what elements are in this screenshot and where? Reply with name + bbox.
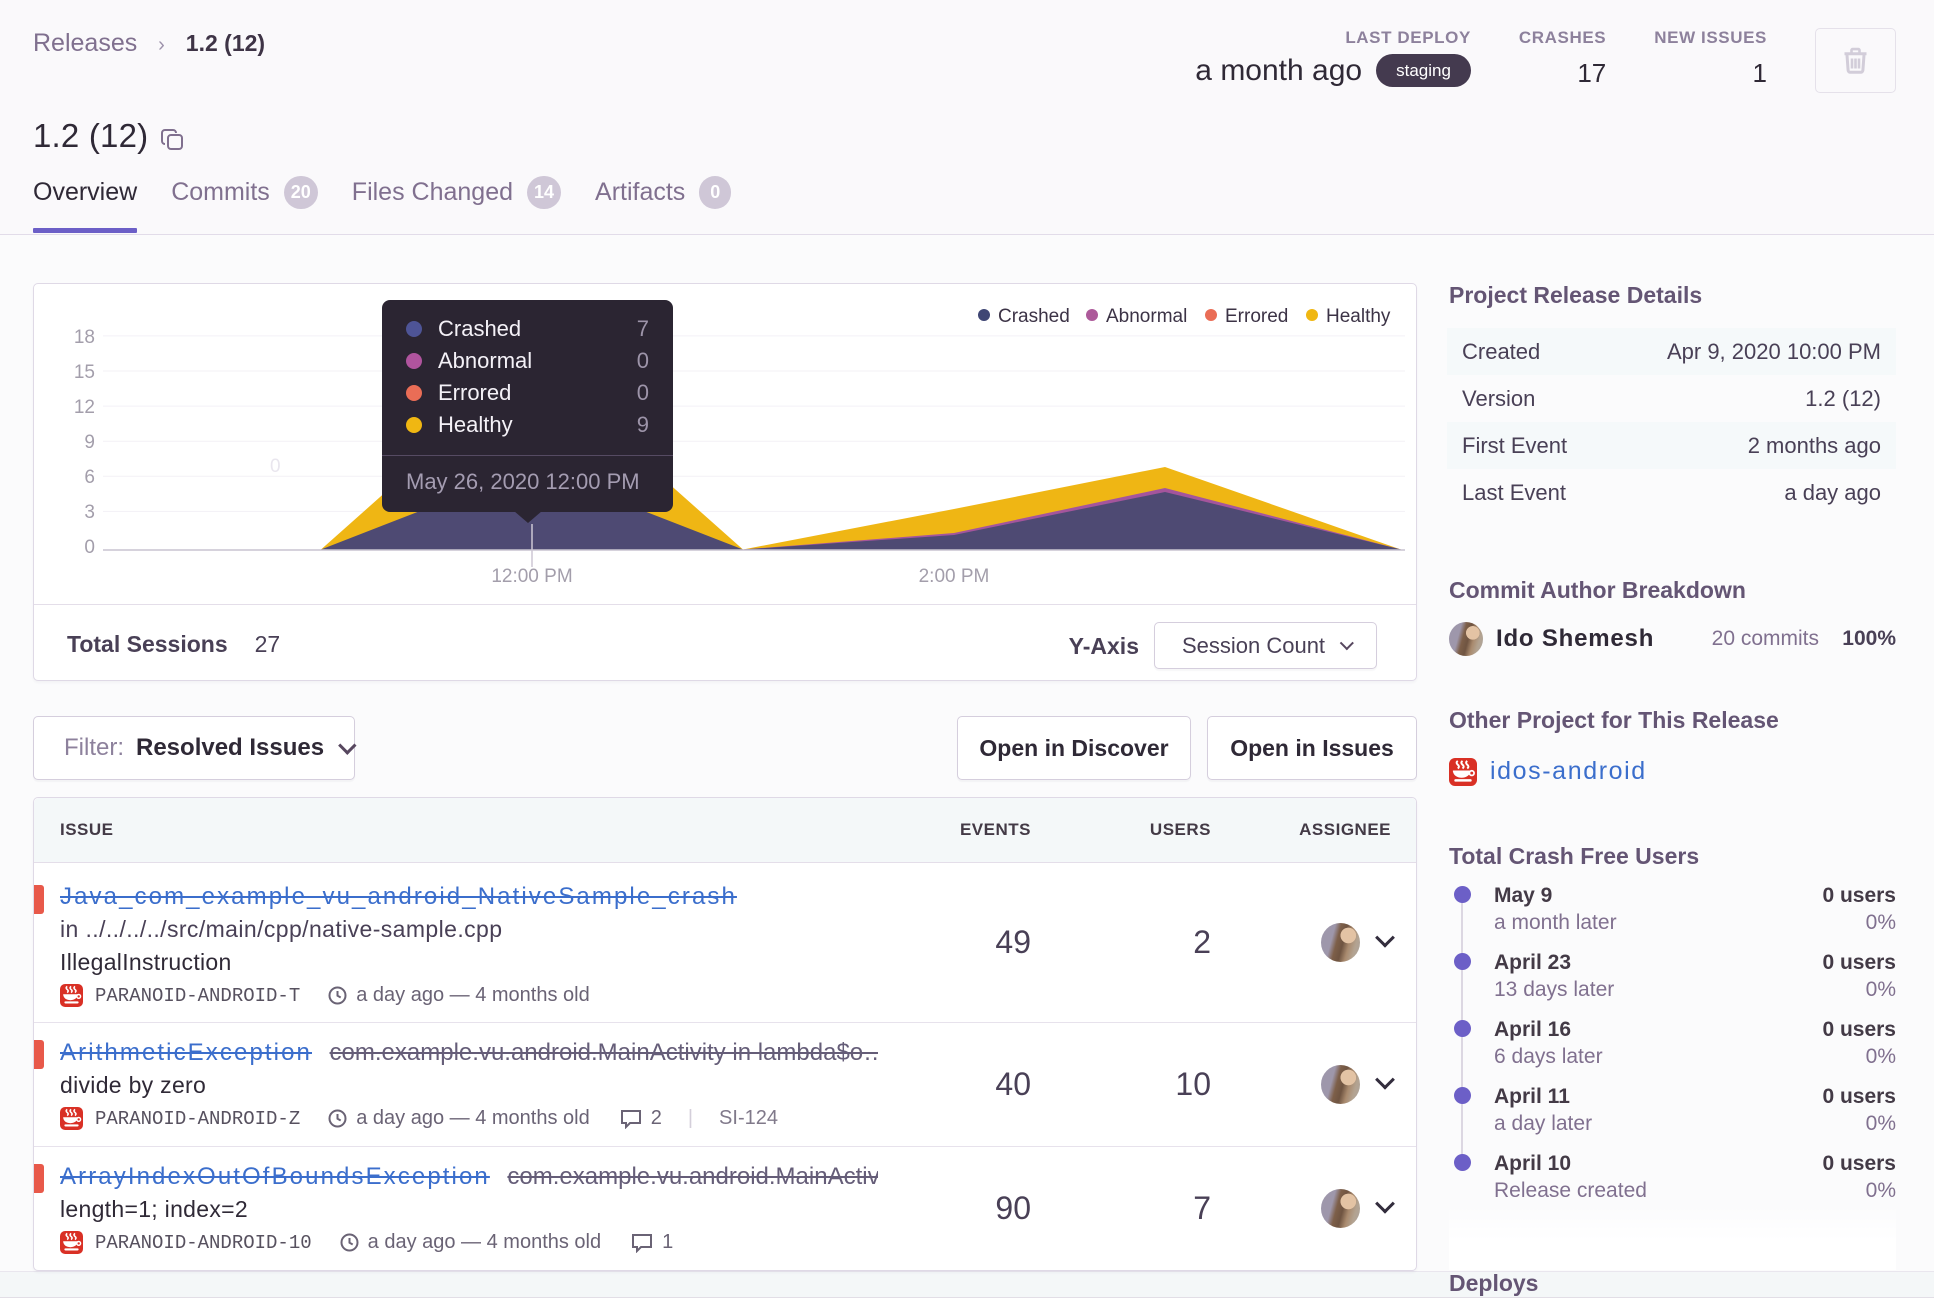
svg-text:15: 15 bbox=[74, 362, 95, 383]
svg-text:12:00 PM: 12:00 PM bbox=[491, 566, 572, 587]
svg-text:Abnormal: Abnormal bbox=[1106, 306, 1187, 327]
svg-text:12: 12 bbox=[74, 397, 95, 418]
svg-text:6: 6 bbox=[84, 467, 95, 488]
svg-text:0: 0 bbox=[270, 456, 281, 477]
svg-text:2:00 PM: 2:00 PM bbox=[919, 566, 990, 587]
svg-text:3: 3 bbox=[84, 502, 95, 523]
svg-text:Crashed: Crashed bbox=[998, 306, 1070, 327]
svg-text:9: 9 bbox=[84, 432, 95, 453]
svg-text:18: 18 bbox=[74, 327, 95, 348]
svg-text:Healthy: Healthy bbox=[1326, 306, 1391, 327]
svg-text:0: 0 bbox=[84, 537, 95, 558]
svg-text:Errored: Errored bbox=[1225, 306, 1288, 327]
